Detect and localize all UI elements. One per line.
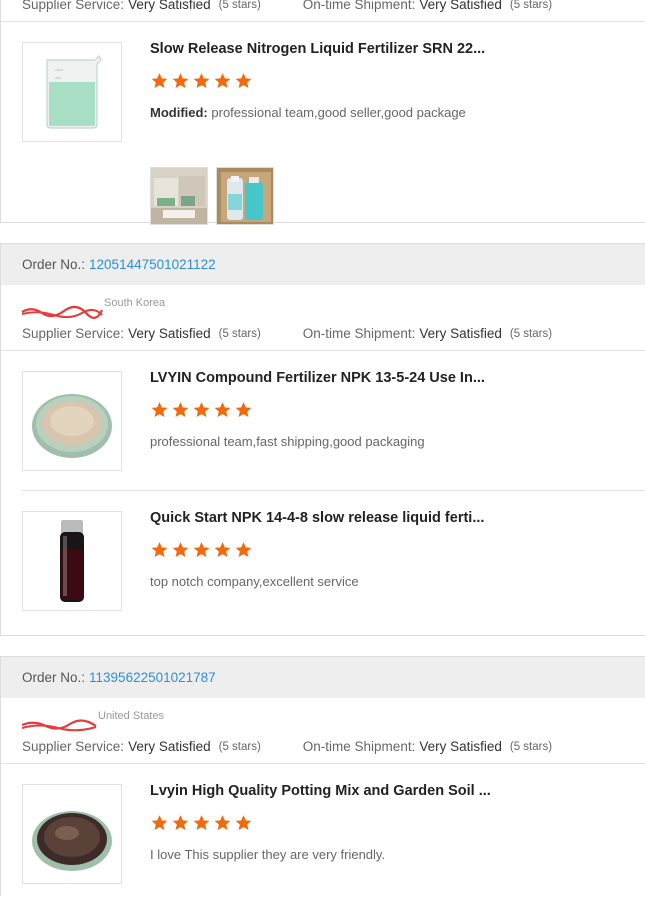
star-icon xyxy=(172,73,189,89)
product-thumbnail[interactable] xyxy=(22,42,122,142)
order-number-link[interactable]: 12051447501021122 xyxy=(89,257,216,272)
star-icon xyxy=(235,402,252,418)
product-rating xyxy=(150,401,253,419)
supplier-service-value: Very Satisfied xyxy=(128,326,211,341)
product-review-row: LVYIN Compound Fertilizer NPK 13-5-24 Us… xyxy=(1,351,645,491)
product-thumbnail[interactable] xyxy=(22,371,122,471)
ontime-shipment-stars: (5 stars) xyxy=(509,327,553,340)
ontime-shipment-value: Very Satisfied xyxy=(419,326,502,341)
product-title[interactable]: Slow Release Nitrogen Liquid Fertilizer … xyxy=(150,41,500,57)
supplier-service-stars: (5 stars) xyxy=(218,327,261,340)
star-icon xyxy=(151,542,168,558)
ontime-shipment-stars: (5 stars) xyxy=(509,0,553,11)
star-icon xyxy=(214,815,231,831)
product-review-row: Lvyin High Quality Potting Mix and Garde… xyxy=(1,764,645,904)
review-card-1: Supplier Service: Very Satisfied (5 star… xyxy=(0,0,645,225)
star-icon xyxy=(193,542,210,558)
product-rating xyxy=(150,541,253,559)
review-card-2: Order No.: 12051447501021122 South Korea… xyxy=(0,243,645,636)
review-card-3: Order No.: 11395622501021787 United Stat… xyxy=(0,656,645,896)
product-title[interactable]: LVYIN Compound Fertilizer NPK 13-5-24 Us… xyxy=(150,370,500,386)
product-title[interactable]: Quick Start NPK 14-4-8 slow release liqu… xyxy=(150,510,500,526)
ontime-shipment-label: On-time Shipment: xyxy=(302,326,416,341)
product-rating xyxy=(150,814,253,832)
star-icon xyxy=(214,542,231,558)
buyer-country: South Korea xyxy=(104,297,166,309)
rating-summary: Supplier Service: Very Satisfied (5 star… xyxy=(1,730,645,764)
supplier-service-stars: (5 stars) xyxy=(218,740,261,753)
ontime-shipment-value: Very Satisfied xyxy=(419,0,502,12)
order-header: Order No.: 12051447501021122 xyxy=(1,243,645,285)
star-icon xyxy=(172,542,189,558)
buyer-info: United States xyxy=(1,698,645,732)
review-comment: I love This supplier they are very frien… xyxy=(150,847,386,862)
star-icon xyxy=(235,542,252,558)
star-icon xyxy=(151,402,168,418)
buyer-country: United States xyxy=(98,710,165,722)
ontime-shipment-value: Very Satisfied xyxy=(419,739,502,754)
star-icon xyxy=(172,815,189,831)
supplier-service-label: Supplier Service: xyxy=(22,0,125,12)
supplier-service-value: Very Satisfied xyxy=(128,739,211,754)
ontime-shipment-label: On-time Shipment: xyxy=(302,739,416,754)
star-icon xyxy=(214,402,231,418)
product-review-row: Quick Start NPK 14-4-8 slow release liqu… xyxy=(1,491,645,631)
product-rating xyxy=(150,72,253,90)
supplier-service-stars: (5 stars) xyxy=(218,0,261,11)
review-comment: top notch company,excellent service xyxy=(150,574,359,589)
star-icon xyxy=(193,402,210,418)
star-icon xyxy=(214,73,231,89)
order-no-label: Order No.: xyxy=(22,670,86,685)
supplier-service-value: Very Satisfied xyxy=(128,0,211,12)
supplier-service-label: Supplier Service: xyxy=(22,739,125,754)
review-photo-2[interactable] xyxy=(216,167,274,225)
supplier-service-label: Supplier Service: xyxy=(22,326,125,341)
review-comment: professional team,fast shipping,good pac… xyxy=(150,434,425,449)
product-thumbnail[interactable] xyxy=(22,511,122,611)
review-comment: Modified: professional team,good seller,… xyxy=(150,105,466,120)
rating-summary: Supplier Service: Very Satisfied (5 star… xyxy=(1,317,645,351)
star-icon xyxy=(151,815,168,831)
review-photo-1[interactable] xyxy=(150,167,208,225)
order-no-label: Order No.: xyxy=(22,257,86,272)
buyer-info: South Korea xyxy=(1,285,645,319)
product-review-row: Slow Release Nitrogen Liquid Fertilizer … xyxy=(1,22,645,225)
modified-label: Modified: xyxy=(150,105,208,120)
star-icon xyxy=(193,815,210,831)
product-thumbnail[interactable] xyxy=(22,784,122,884)
ontime-shipment-stars: (5 stars) xyxy=(509,740,553,753)
star-icon xyxy=(172,402,189,418)
star-icon xyxy=(235,73,252,89)
star-icon xyxy=(235,815,252,831)
product-title[interactable]: Lvyin High Quality Potting Mix and Garde… xyxy=(150,783,500,799)
star-icon xyxy=(193,73,210,89)
order-number-link[interactable]: 11395622501021787 xyxy=(89,670,216,685)
order-header: Order No.: 11395622501021787 xyxy=(1,656,645,698)
ontime-shipment-label: On-time Shipment: xyxy=(302,0,416,12)
star-icon xyxy=(151,73,168,89)
review-comment-text: professional team,good seller,good packa… xyxy=(211,105,466,120)
rating-summary: Supplier Service: Very Satisfied (5 star… xyxy=(1,0,645,22)
